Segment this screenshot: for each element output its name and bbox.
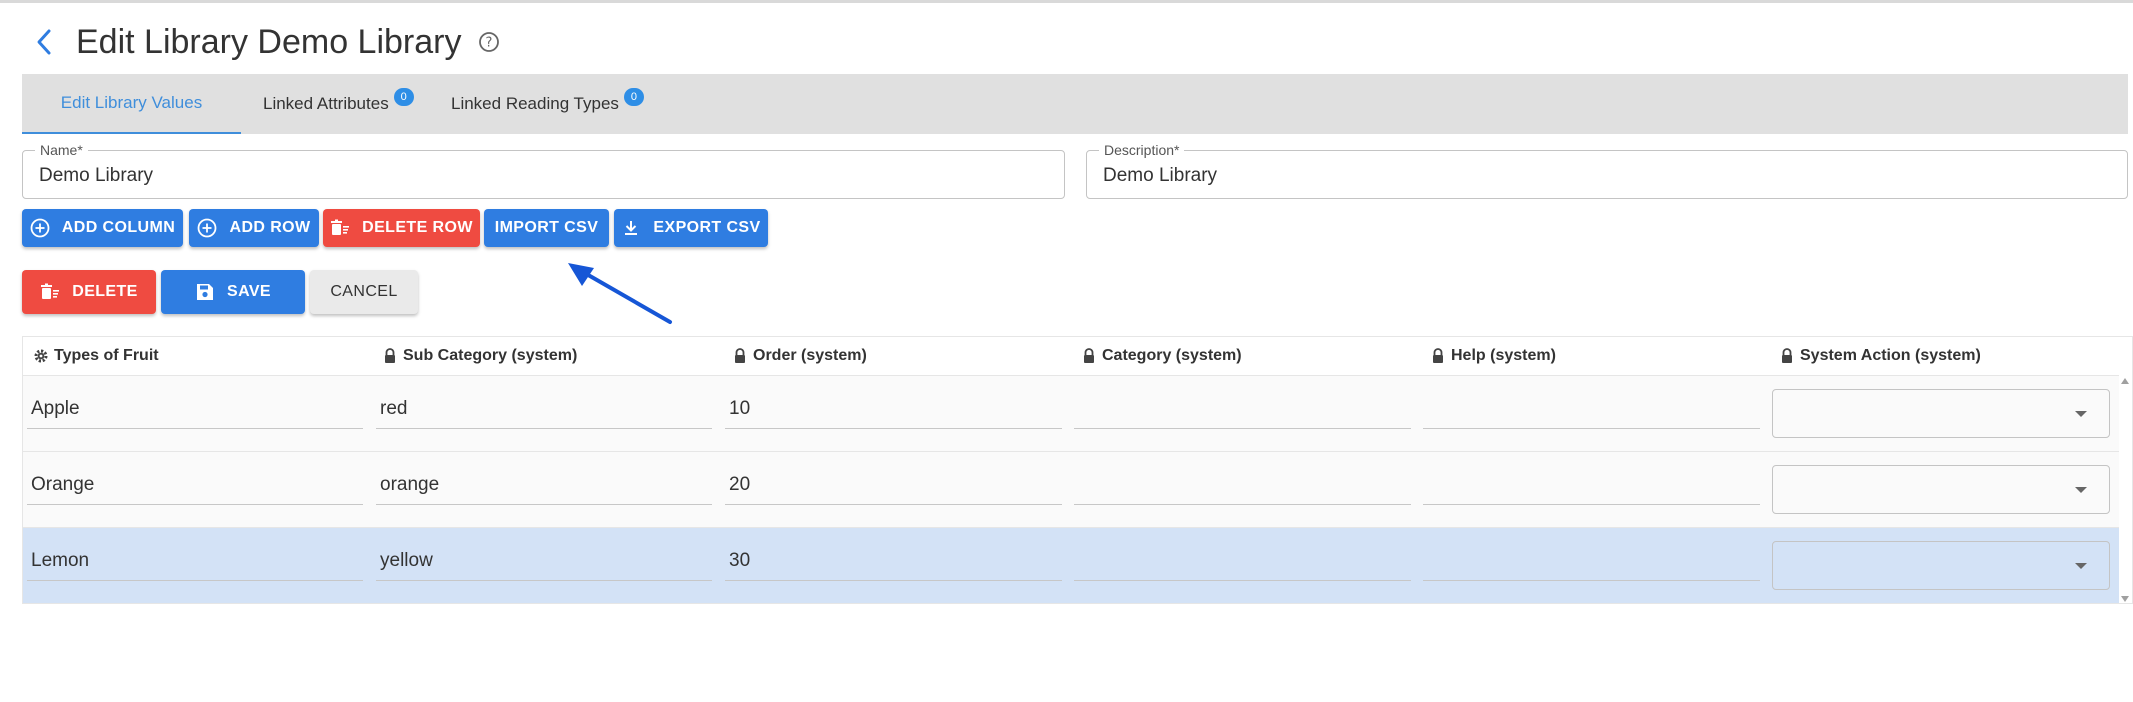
column-header-order[interactable]: Order (system) [732, 347, 867, 365]
system-action-select[interactable] [1772, 465, 2110, 514]
description-input[interactable] [1103, 165, 2039, 187]
export-csv-button[interactable]: EXPORT CSV [614, 209, 768, 247]
column-label: System Action (system) [1800, 347, 1981, 364]
system-action-select[interactable] [1772, 389, 2110, 438]
annotation-arrow-icon [568, 263, 672, 324]
column-header-category[interactable]: Category (system) [1081, 347, 1242, 365]
lock-icon [382, 348, 398, 364]
name-input[interactable] [39, 165, 976, 187]
tab-label: Edit Library Values [60, 93, 203, 112]
category-cell[interactable] [1074, 396, 1411, 429]
category-cell[interactable] [1074, 548, 1411, 581]
column-header-types-of-fruit[interactable]: Types of Fruit [33, 347, 159, 365]
caret-down-icon [2075, 411, 2087, 417]
delete-row-button[interactable]: DELETE ROW [323, 209, 480, 247]
floppy-disk-icon [195, 282, 215, 302]
sub-category-cell[interactable]: orange [376, 472, 712, 505]
fruit-cell[interactable]: Lemon [27, 548, 363, 581]
order-cell[interactable]: 10 [725, 396, 1062, 429]
description-field: Description* [1086, 142, 2128, 199]
button-label: SAVE [227, 283, 271, 300]
lock-icon [1081, 348, 1097, 364]
order-cell[interactable]: 20 [725, 472, 1062, 505]
tab-bar: Edit Library Values Linked Attributes 0 … [22, 74, 2128, 134]
column-header-sub-category[interactable]: Sub Category (system) [382, 347, 577, 365]
tab-label: Linked Attributes [263, 94, 389, 113]
help-cell[interactable] [1423, 548, 1760, 581]
svg-text:?: ? [486, 36, 493, 51]
name-field: Name* [22, 142, 1065, 199]
button-label: CANCEL [330, 283, 398, 300]
button-label: ADD COLUMN [61, 219, 176, 236]
top-border [0, 0, 2133, 3]
add-row-button[interactable]: ADD ROW [189, 209, 319, 247]
fruit-cell[interactable]: Apple [27, 396, 363, 429]
tab-linked-attributes[interactable]: Linked Attributes 0 [241, 74, 451, 134]
order-cell[interactable]: 30 [725, 548, 1062, 581]
column-label: Sub Category (system) [403, 347, 578, 364]
lock-icon [1779, 348, 1795, 364]
button-label: DELETE [72, 283, 138, 300]
sub-category-cell[interactable]: red [376, 396, 712, 429]
button-label: DELETE ROW [362, 219, 473, 236]
download-icon [621, 218, 641, 238]
sub-category-cell[interactable]: yellow [376, 548, 712, 581]
system-action-select[interactable] [1772, 541, 2110, 590]
caret-down-icon [2075, 487, 2087, 493]
caret-down-icon [2075, 563, 2087, 569]
scroll-up-icon[interactable] [2121, 378, 2129, 384]
page-header: Edit Library Demo Library ? [22, 20, 501, 64]
table-scrollbar[interactable] [2118, 376, 2132, 604]
table-row[interactable]: Apple red 10 [23, 376, 2119, 452]
button-label: IMPORT CSV [494, 219, 599, 236]
scroll-down-icon[interactable] [2121, 596, 2129, 602]
cancel-button[interactable]: CANCEL [310, 270, 418, 314]
delete-button[interactable]: DELETE [22, 270, 156, 314]
fruit-cell[interactable]: Orange [27, 472, 363, 505]
help-circle-icon[interactable]: ? [477, 30, 501, 54]
tab-edit-library-values[interactable]: Edit Library Values [22, 74, 241, 134]
save-button[interactable]: SAVE [161, 270, 305, 314]
add-column-button[interactable]: ADD COLUMN [22, 209, 183, 247]
name-label: Name* [35, 142, 88, 158]
help-cell[interactable] [1423, 472, 1760, 505]
count-badge: 0 [393, 88, 414, 106]
description-label: Description* [1099, 142, 1185, 158]
category-cell[interactable] [1074, 472, 1411, 505]
chevron-left-icon [37, 29, 51, 55]
column-header-system-action[interactable]: System Action (system) [1779, 347, 1981, 365]
button-label: EXPORT CSV [653, 219, 761, 236]
plus-circle-icon [30, 218, 50, 238]
help-cell[interactable] [1423, 396, 1760, 429]
column-label: Category (system) [1102, 347, 1242, 364]
column-label: Order (system) [753, 347, 867, 364]
gear-icon [33, 348, 49, 364]
plus-circle-icon [197, 218, 217, 238]
library-table: Types of Fruit Sub Category (system) Ord… [22, 336, 2133, 604]
column-label: Help (system) [1451, 347, 1556, 364]
tab-label: Linked Reading Types [451, 94, 619, 113]
tab-linked-reading-types[interactable]: Linked Reading Types 0 [451, 74, 681, 134]
column-label: Types of Fruit [54, 347, 159, 364]
lock-icon [1430, 348, 1446, 364]
table-header: Types of Fruit Sub Category (system) Ord… [23, 337, 2119, 376]
delete-sweep-icon [330, 218, 350, 238]
count-badge: 0 [623, 88, 644, 106]
back-button[interactable] [22, 20, 66, 64]
page-title: Edit Library Demo Library [76, 22, 462, 61]
import-csv-button[interactable]: IMPORT CSV [484, 209, 609, 247]
column-header-help[interactable]: Help (system) [1430, 347, 1556, 365]
table-row[interactable]: Orange orange 20 [23, 452, 2119, 528]
button-label: ADD ROW [229, 219, 311, 236]
lock-icon [732, 348, 748, 364]
table-row-selected[interactable]: Lemon yellow 30 [23, 528, 2119, 604]
delete-sweep-icon [40, 282, 60, 302]
